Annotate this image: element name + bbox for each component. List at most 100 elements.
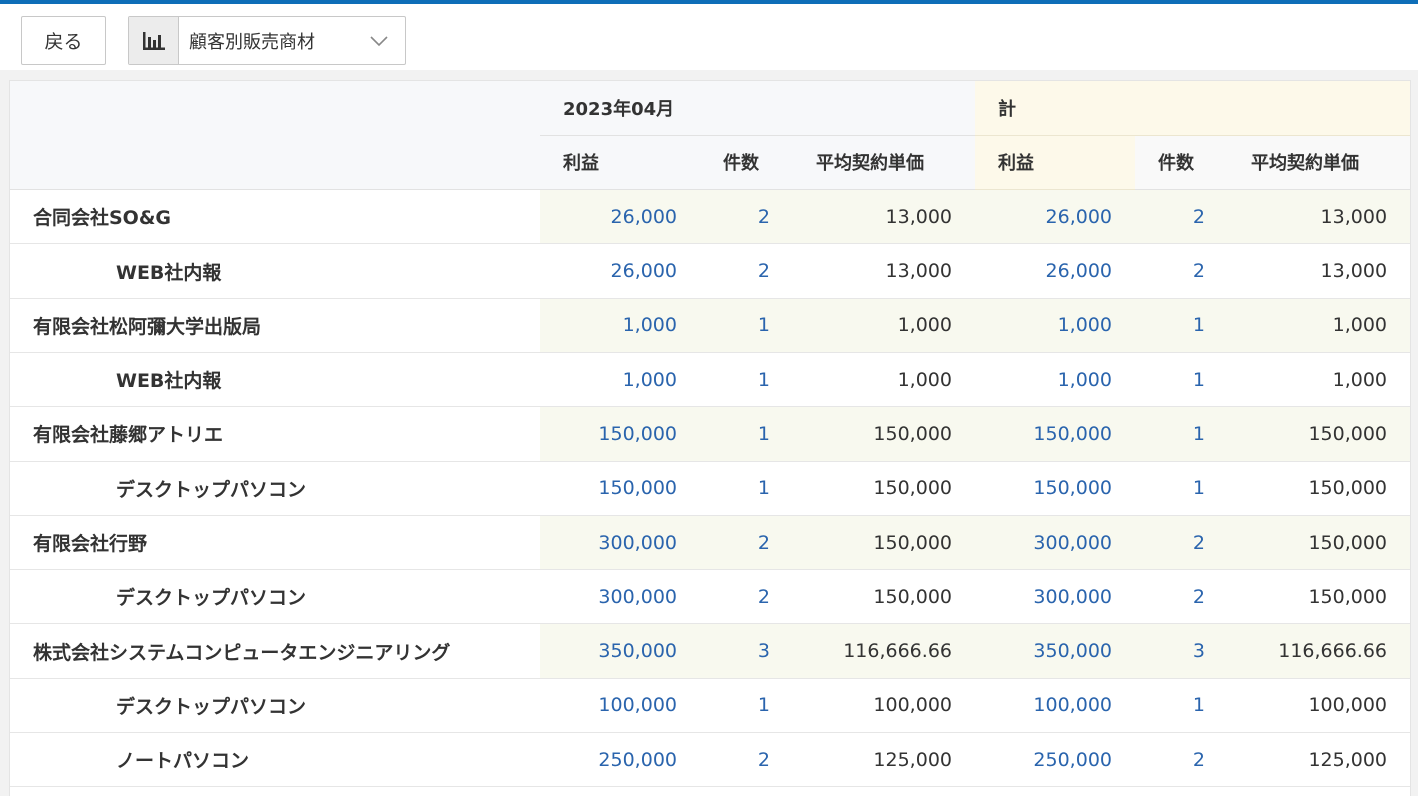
month-count-cell[interactable]: 2: [700, 515, 793, 571]
total-avg-price-cell: 150,000: [1228, 461, 1410, 516]
month-count-cell[interactable]: 1: [700, 461, 793, 516]
month-avg-price-cell: 1,000: [793, 352, 975, 408]
month-avg-price-cell: 13,000: [793, 189, 975, 245]
total-profit-cell[interactable]: 300,000: [975, 515, 1135, 571]
product-row: デスクトップパソコン 100,000 1 100,000 100,000 1 100,000: [10, 678, 1410, 734]
month-profit-cell[interactable]: 150,000: [540, 461, 700, 516]
customer-row: 有限会社行野 300,000 2 150,000 300,000 2 150,000: [10, 515, 1410, 571]
month-profit-cell[interactable]: 250,000: [540, 732, 700, 788]
month-count-cell[interactable]: 1: [700, 678, 793, 734]
total-avg-price-header: 平均契約単価: [1228, 135, 1410, 191]
month-profit-cell[interactable]: 1,000: [540, 298, 700, 353]
total-avg-price-cell: 125,000: [1228, 732, 1410, 788]
total-avg-price-cell: 13,000: [1228, 243, 1410, 299]
month-avg-price-cell: 13,000: [793, 243, 975, 299]
total-count-cell[interactable]: 2: [1135, 732, 1228, 788]
bar-chart-icon: [129, 17, 179, 64]
total-profit-cell[interactable]: 350,000: [975, 623, 1135, 679]
total-count-cell[interactable]: 2: [1135, 189, 1228, 245]
month-avg-price-cell: 150,000: [793, 515, 975, 571]
month-profit-cell[interactable]: 300,000: [540, 515, 700, 571]
total-profit-cell[interactable]: 26,000: [975, 243, 1135, 299]
customer-name: 合同会社SO&G: [10, 189, 540, 245]
month-avg-price-header: 平均契約単価: [793, 135, 975, 191]
total-profit-cell[interactable]: 1,000: [975, 352, 1135, 408]
customer-name: 株式会社システムコンピュータエンジニアリング: [10, 623, 540, 679]
month-avg-price-cell: 125,000: [793, 732, 975, 788]
total-profit-cell[interactable]: 150,000: [975, 461, 1135, 516]
total-avg-price-cell: 116,666.66: [1228, 623, 1410, 679]
total-profit-cell[interactable]: 100,000: [975, 678, 1135, 734]
total-count-cell[interactable]: 2: [1135, 515, 1228, 571]
month-count-cell[interactable]: 2: [700, 569, 793, 625]
total-avg-price-cell: 150,000: [1228, 569, 1410, 625]
month-profit-cell[interactable]: 26,000: [540, 243, 700, 299]
total-profit-cell[interactable]: 250,000: [975, 732, 1135, 788]
month-profit-header: 利益: [540, 135, 700, 191]
month-profit-cell[interactable]: 150,000: [540, 406, 700, 462]
product-name: ノートパソコン: [10, 732, 540, 788]
month-count-header: 件数: [700, 135, 793, 191]
report-table-panel: 2023年04月 計 利益 件数 平均契約単価 利益 件数 平均契約単価 合同会…: [10, 81, 1410, 796]
month-profit-cell[interactable]: 300,000: [540, 569, 700, 625]
product-name: WEB社内報: [10, 352, 540, 408]
month-profit-cell[interactable]: 100,000: [540, 678, 700, 734]
month-avg-price-cell: 100,000: [793, 678, 975, 734]
total-profit-cell[interactable]: 1,000: [975, 298, 1135, 353]
month-avg-price-cell: 150,000: [793, 461, 975, 516]
month-count-cell[interactable]: 1: [700, 406, 793, 462]
total-count-cell[interactable]: 1: [1135, 461, 1228, 516]
month-avg-price-cell: 150,000: [793, 569, 975, 625]
report-table: 2023年04月 計 利益 件数 平均契約単価 利益 件数 平均契約単価 合同会…: [10, 81, 1410, 788]
month-header: 2023年04月: [540, 81, 975, 136]
total-profit-cell[interactable]: 26,000: [975, 189, 1135, 245]
customer-column-header: [10, 81, 540, 191]
total-profit-cell[interactable]: 150,000: [975, 406, 1135, 462]
month-count-cell[interactable]: 1: [700, 352, 793, 408]
back-button[interactable]: 戻る: [21, 16, 106, 65]
total-avg-price-cell: 13,000: [1228, 189, 1410, 245]
month-profit-cell[interactable]: 350,000: [540, 623, 700, 679]
total-count-cell[interactable]: 1: [1135, 352, 1228, 408]
customer-name: 有限会社松阿彌大学出版局: [10, 298, 540, 353]
product-row: WEB社内報 1,000 1 1,000 1,000 1 1,000: [10, 352, 1410, 408]
product-row: WEB社内報 26,000 2 13,000 26,000 2 13,000: [10, 243, 1410, 299]
product-row: デスクトップパソコン 150,000 1 150,000 150,000 1 150,000: [10, 461, 1410, 516]
month-avg-price-cell: 116,666.66: [793, 623, 975, 679]
month-count-cell[interactable]: 3: [700, 623, 793, 679]
total-profit-cell[interactable]: 300,000: [975, 569, 1135, 625]
total-count-header: 件数: [1135, 135, 1228, 191]
total-count-cell[interactable]: 3: [1135, 623, 1228, 679]
month-count-cell[interactable]: 2: [700, 243, 793, 299]
month-count-cell[interactable]: 1: [700, 298, 793, 353]
total-profit-header: 利益: [975, 135, 1135, 191]
report-type-select[interactable]: 顧客別販売商材: [128, 16, 406, 65]
total-count-cell[interactable]: 2: [1135, 569, 1228, 625]
total-avg-price-cell: 100,000: [1228, 678, 1410, 734]
product-row: デスクトップパソコン 300,000 2 150,000 300,000 2 150,000: [10, 569, 1410, 625]
month-avg-price-cell: 150,000: [793, 406, 975, 462]
total-count-cell[interactable]: 2: [1135, 243, 1228, 299]
toolbar: 戻る 顧客別販売商材: [0, 0, 1418, 70]
report-select-value: 顧客別販売商材: [189, 31, 315, 53]
month-profit-cell[interactable]: 1,000: [540, 352, 700, 408]
customer-row: 有限会社藤郷アトリエ 150,000 1 150,000 150,000 1 150,000: [10, 406, 1410, 462]
product-row: ノートパソコン 250,000 2 125,000 250,000 2 125,000: [10, 732, 1410, 788]
product-name: デスクトップパソコン: [10, 569, 540, 625]
customer-row: 合同会社SO&G 26,000 2 13,000 26,000 2 13,000: [10, 189, 1410, 245]
total-avg-price-cell: 1,000: [1228, 298, 1410, 353]
customer-name: 有限会社行野: [10, 515, 540, 571]
total-count-cell[interactable]: 1: [1135, 298, 1228, 353]
product-name: デスクトップパソコン: [10, 461, 540, 516]
month-count-cell[interactable]: 2: [700, 189, 793, 245]
total-count-cell[interactable]: 1: [1135, 678, 1228, 734]
total-count-cell[interactable]: 1: [1135, 406, 1228, 462]
chevron-down-icon: [353, 17, 405, 64]
month-profit-cell[interactable]: 26,000: [540, 189, 700, 245]
total-header: 計: [975, 81, 1410, 136]
month-count-cell[interactable]: 2: [700, 732, 793, 788]
product-name: WEB社内報: [10, 243, 540, 299]
customer-row: 有限会社松阿彌大学出版局 1,000 1 1,000 1,000 1 1,000: [10, 298, 1410, 353]
total-avg-price-cell: 150,000: [1228, 515, 1410, 571]
total-avg-price-cell: 150,000: [1228, 406, 1410, 462]
